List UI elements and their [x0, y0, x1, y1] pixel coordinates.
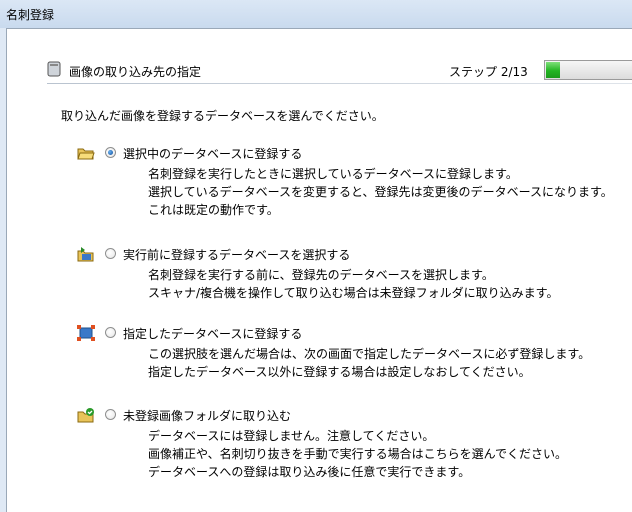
option-label[interactable]: 指定したデータベースに登録する [123, 325, 302, 342]
page-title: 画像の取り込み先の指定 [69, 65, 202, 79]
option-description: 名刺登録を実行したときに選択しているデータベースに登録します。 選択しているデー… [148, 165, 613, 219]
radio-specified-db[interactable] [105, 327, 116, 338]
option-label[interactable]: 選択中のデータベースに登録する [123, 145, 302, 162]
description-line: 名刺登録を実行したときに選択しているデータベースに登録します。 [148, 167, 518, 181]
folder-check-icon [77, 408, 94, 423]
folder-target-icon [77, 325, 95, 341]
folder-open-icon [77, 148, 95, 160]
option-description: データベースには登録しません。注意してください。 画像補正や、名刺切り抜きを手動… [148, 427, 567, 481]
window-title: 名刺登録 [6, 8, 55, 22]
option-label[interactable]: 実行前に登録するデータベースを選択する [123, 246, 350, 263]
radio-unregistered-folder[interactable] [105, 409, 116, 420]
radio-current-db[interactable] [105, 147, 116, 158]
folder-select-icon [77, 247, 94, 262]
description-line: 指定したデータベース以外に登録する場合は設定しなおしてください。 [148, 365, 531, 379]
description-line: これは既定の動作です。 [148, 203, 279, 217]
header-divider [47, 83, 632, 84]
description-line: データベースには登録しません。注意してください。 [148, 429, 435, 443]
radio-select-before[interactable] [105, 248, 116, 259]
description-line: データベースへの登録は取り込み後に任意で実行できます。 [148, 465, 471, 479]
description-line: 画像補正や、名刺切り抜きを手動で実行する場合はこちらを選んでください。 [148, 447, 568, 461]
progress-fill [546, 62, 560, 78]
description-line: スキャナ/複合機を操作して取り込む場合は未登録フォルダに取り込みます。 [148, 286, 559, 300]
window-titlebar[interactable]: 名刺登録 [0, 0, 632, 28]
wizard-panel: 画像の取り込み先の指定 ステップ 2/13 取り込んだ画像を登録するデータベース… [6, 28, 632, 512]
database-icon [47, 61, 61, 77]
progress-bar [544, 60, 632, 80]
option-description: 名刺登録を実行する前に、登録先のデータベースを選択します。 スキャナ/複合機を操… [148, 266, 559, 302]
description-line: この選択肢を選んだ場合は、次の画面で指定したデータベースに必ず登録します。 [148, 347, 591, 361]
option-description: この選択肢を選んだ場合は、次の画面で指定したデータベースに必ず登録します。 指定… [148, 345, 590, 381]
intro-text: 取り込んだ画像を登録するデータベースを選んでください。 [61, 109, 384, 123]
wizard-header: 画像の取り込み先の指定 ステップ 2/13 [47, 59, 632, 83]
description-line: 選択しているデータベースを変更すると、登録先は変更後のデータベースになります。 [148, 185, 613, 199]
option-label[interactable]: 未登録画像フォルダに取り込む [123, 407, 291, 424]
step-indicator: ステップ 2/13 [449, 65, 528, 79]
description-line: 名刺登録を実行する前に、登録先のデータベースを選択します。 [148, 268, 494, 282]
